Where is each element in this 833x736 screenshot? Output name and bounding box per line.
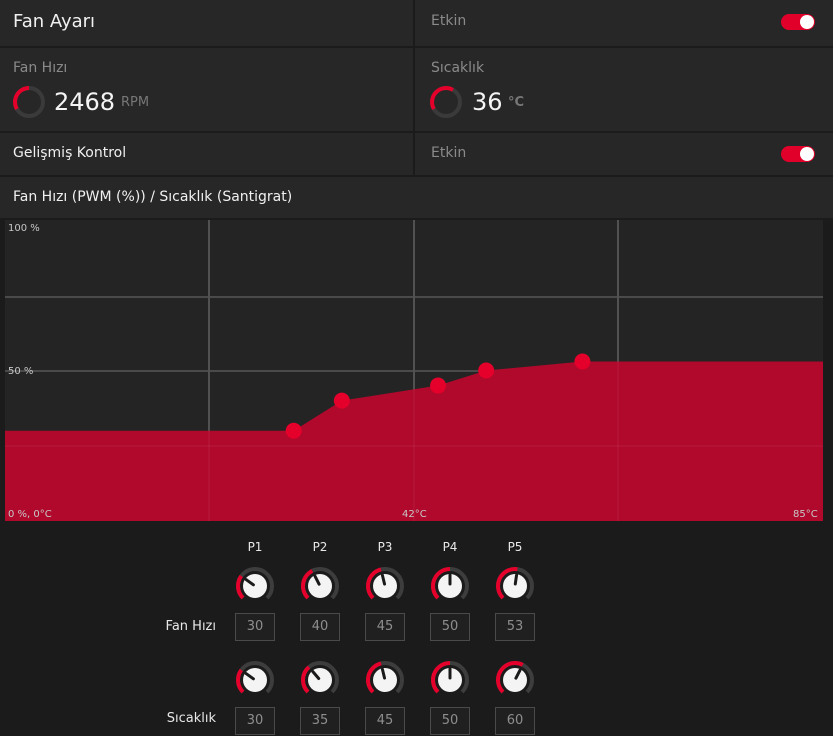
knob-pointer: [380, 667, 387, 680]
knob-face: [373, 574, 397, 598]
fan-knob-p2[interactable]: [300, 566, 340, 606]
knob-pointer: [380, 573, 387, 586]
temperature-value: 36: [472, 88, 503, 116]
curve-point-1[interactable]: [285, 422, 302, 439]
curve-point-5[interactable]: [574, 353, 591, 370]
fan-value-input-p2[interactable]: 40: [300, 613, 340, 641]
point-label-p4: P4: [442, 540, 458, 554]
fan-value-input-p1[interactable]: 30: [235, 613, 275, 641]
temp-row-label: Sıcaklık: [166, 711, 216, 726]
curve-point-2[interactable]: [333, 392, 350, 409]
knob-face: [243, 574, 267, 598]
x-label-min: 0 %, 0°C: [8, 509, 52, 520]
point-label-p3: P3: [377, 540, 393, 554]
curve-header-panel: Fan Hızı (PWM (%)) / Sıcaklık (Santigrat…: [0, 177, 833, 218]
fan-knob-p4[interactable]: [430, 566, 470, 606]
y-label-top: 100 %: [8, 223, 40, 234]
advanced-toggle[interactable]: [781, 146, 815, 162]
knob-face: [373, 668, 397, 692]
knob-arc: [236, 668, 245, 694]
temp-value-input-p5[interactable]: 60: [495, 707, 535, 735]
fan-speed-label: Fan Hızı: [13, 60, 68, 76]
curve-point-4[interactable]: [478, 362, 495, 379]
fan-knob-p1[interactable]: [235, 566, 275, 606]
point-label-p1: P1: [247, 540, 263, 554]
fan-value-input-p4[interactable]: 50: [430, 613, 470, 641]
curve-point-3[interactable]: [430, 377, 447, 394]
fan-curve-chart[interactable]: 100 % 50 % 0 %, 0°C 42°C 85°C: [5, 220, 823, 521]
fan-settings-enable-panel: Etkin: [415, 0, 833, 46]
temp-value-input-p1[interactable]: 30: [235, 707, 275, 735]
advanced-control-panel: Gelişmiş Kontrol: [0, 133, 413, 175]
fan-speed-gauge-icon: [13, 86, 45, 118]
temp-knob-p5[interactable]: [495, 660, 535, 700]
temperature-label: Sıcaklık: [431, 60, 485, 76]
fan-settings-title: Fan Ayarı: [13, 11, 96, 32]
fan-knob-p3[interactable]: [365, 566, 405, 606]
temp-knob-p3[interactable]: [365, 660, 405, 700]
toggle-knob: [800, 15, 814, 29]
temp-knob-p2[interactable]: [300, 660, 340, 700]
fan-settings-enabled-label: Etkin: [431, 13, 467, 29]
temp-value-input-p2[interactable]: 35: [300, 707, 340, 735]
fan-settings-toggle[interactable]: [781, 14, 815, 30]
advanced-control-title: Gelişmiş Kontrol: [13, 145, 127, 161]
y-label-mid: 50 %: [8, 366, 33, 377]
knob-arc: [236, 574, 245, 600]
temperature-gauge-icon: [430, 86, 462, 118]
point-label-p2: P2: [312, 540, 328, 554]
x-label-max: 85°C: [793, 509, 818, 520]
fan-value-input-p5[interactable]: 53: [495, 613, 535, 641]
fan-settings-panel: Fan Ayarı: [0, 0, 413, 46]
temp-value-input-p3[interactable]: 45: [365, 707, 405, 735]
curve-header-title: Fan Hızı (PWM (%)) / Sıcaklık (Santigrat…: [13, 189, 293, 205]
fan-value-input-p3[interactable]: 45: [365, 613, 405, 641]
fan-row-label: Fan Hızı: [165, 619, 216, 634]
toggle-knob: [800, 147, 814, 161]
knob-pointer: [513, 573, 519, 586]
knob-face: [308, 574, 332, 598]
fan-knob-p5[interactable]: [495, 566, 535, 606]
temp-knob-p1[interactable]: [235, 660, 275, 700]
x-label-mid: 42°C: [402, 509, 427, 520]
temp-value-input-p4[interactable]: 50: [430, 707, 470, 735]
advanced-enable-panel: Etkin: [415, 133, 833, 175]
advanced-enabled-label: Etkin: [431, 145, 467, 161]
fan-speed-value: 2468: [54, 88, 116, 116]
knob-face: [503, 668, 527, 692]
temperature-unit: °C: [508, 95, 525, 110]
point-label-p5: P5: [507, 540, 523, 554]
temperature-panel: Sıcaklık 36 °C: [415, 48, 833, 131]
temp-knob-p4[interactable]: [430, 660, 470, 700]
fan-speed-panel: Fan Hızı 2468 RPM: [0, 48, 413, 131]
knob-face: [243, 668, 267, 692]
fan-speed-unit: RPM: [121, 95, 150, 110]
